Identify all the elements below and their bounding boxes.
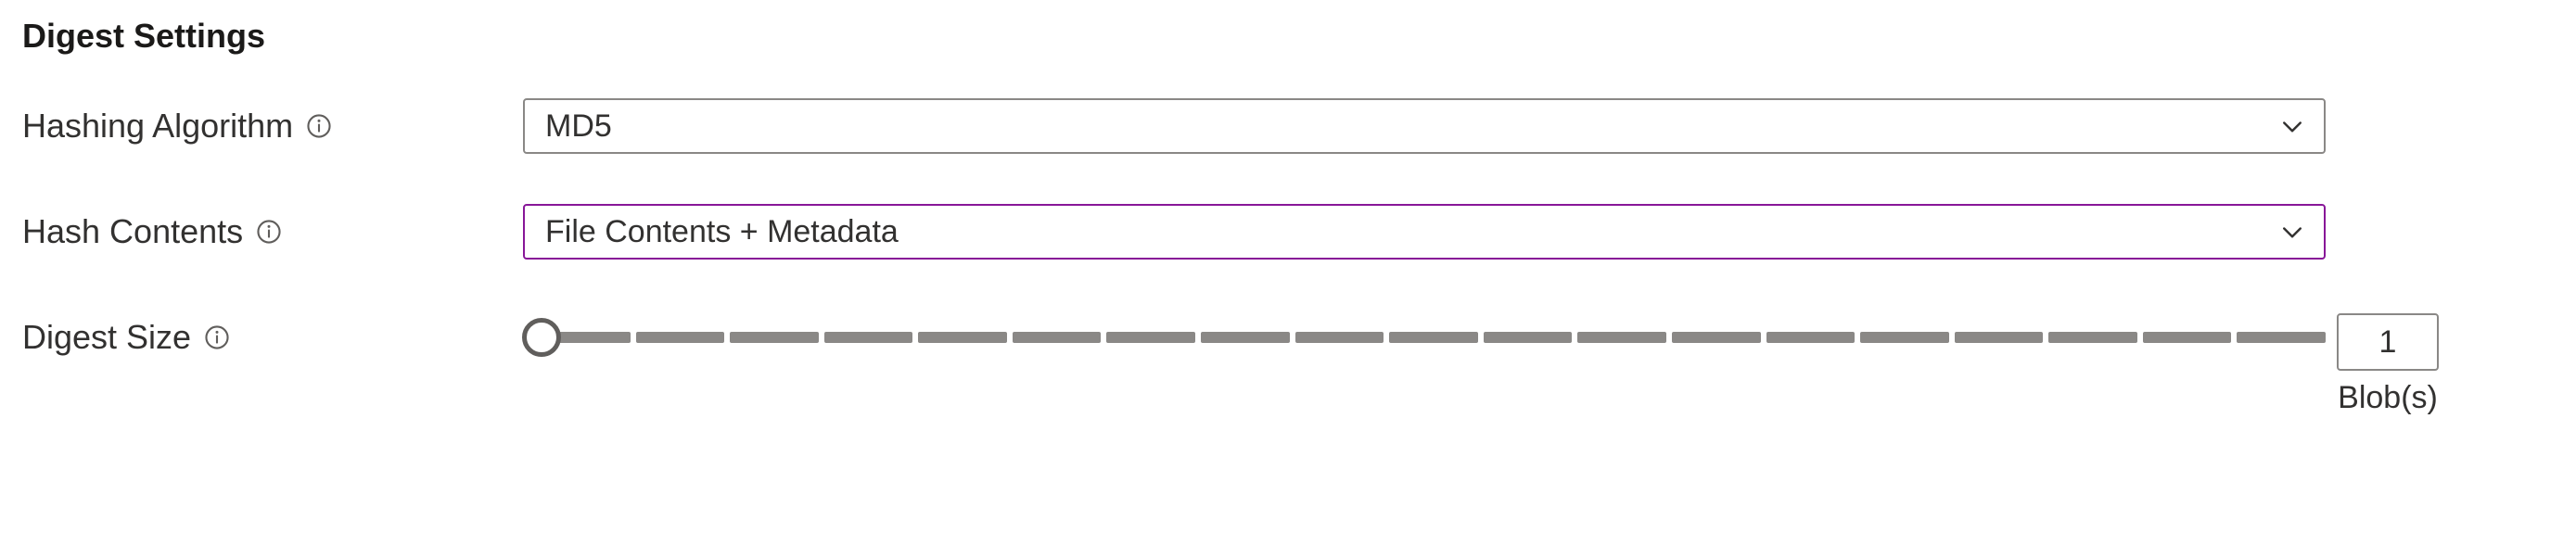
hash-contents-row: Hash Contents File Contents + Metadata (22, 204, 2554, 260)
hash-contents-control: File Contents + Metadata (523, 204, 2554, 260)
slider-track (542, 332, 2326, 343)
hashing-algorithm-label-wrap: Hashing Algorithm (22, 107, 523, 146)
slider-thumb[interactable] (522, 318, 561, 357)
section-title: Digest Settings (22, 17, 2554, 56)
digest-size-row: Digest Size (22, 310, 2554, 365)
hash-contents-label-wrap: Hash Contents (22, 212, 523, 251)
hashing-algorithm-value: MD5 (545, 108, 612, 145)
digest-settings-section: Digest Settings Hashing Algorithm MD5 (0, 0, 2576, 365)
digest-size-slider[interactable] (542, 321, 2326, 354)
info-icon[interactable] (306, 113, 332, 139)
digest-size-unit: Blob(s) (2338, 380, 2438, 416)
hashing-algorithm-row: Hashing Algorithm MD5 (22, 98, 2554, 154)
digest-size-input[interactable]: 1 (2337, 313, 2439, 371)
info-icon[interactable] (204, 324, 230, 350)
hash-contents-value: File Contents + Metadata (545, 214, 899, 250)
hashing-algorithm-control: MD5 (523, 98, 2554, 154)
hashing-algorithm-dropdown[interactable]: MD5 (523, 98, 2326, 154)
chevron-down-icon (2279, 219, 2305, 245)
digest-size-label-wrap: Digest Size (22, 318, 523, 357)
info-icon[interactable] (256, 219, 282, 245)
digest-size-value-wrap: 1 Blob(s) (2337, 313, 2439, 416)
digest-size-label: Digest Size (22, 318, 191, 357)
hash-contents-label: Hash Contents (22, 212, 243, 251)
chevron-down-icon (2279, 113, 2305, 139)
digest-size-control: 1 Blob(s) (523, 321, 2554, 354)
hash-contents-dropdown[interactable]: File Contents + Metadata (523, 204, 2326, 260)
hashing-algorithm-label: Hashing Algorithm (22, 107, 293, 146)
